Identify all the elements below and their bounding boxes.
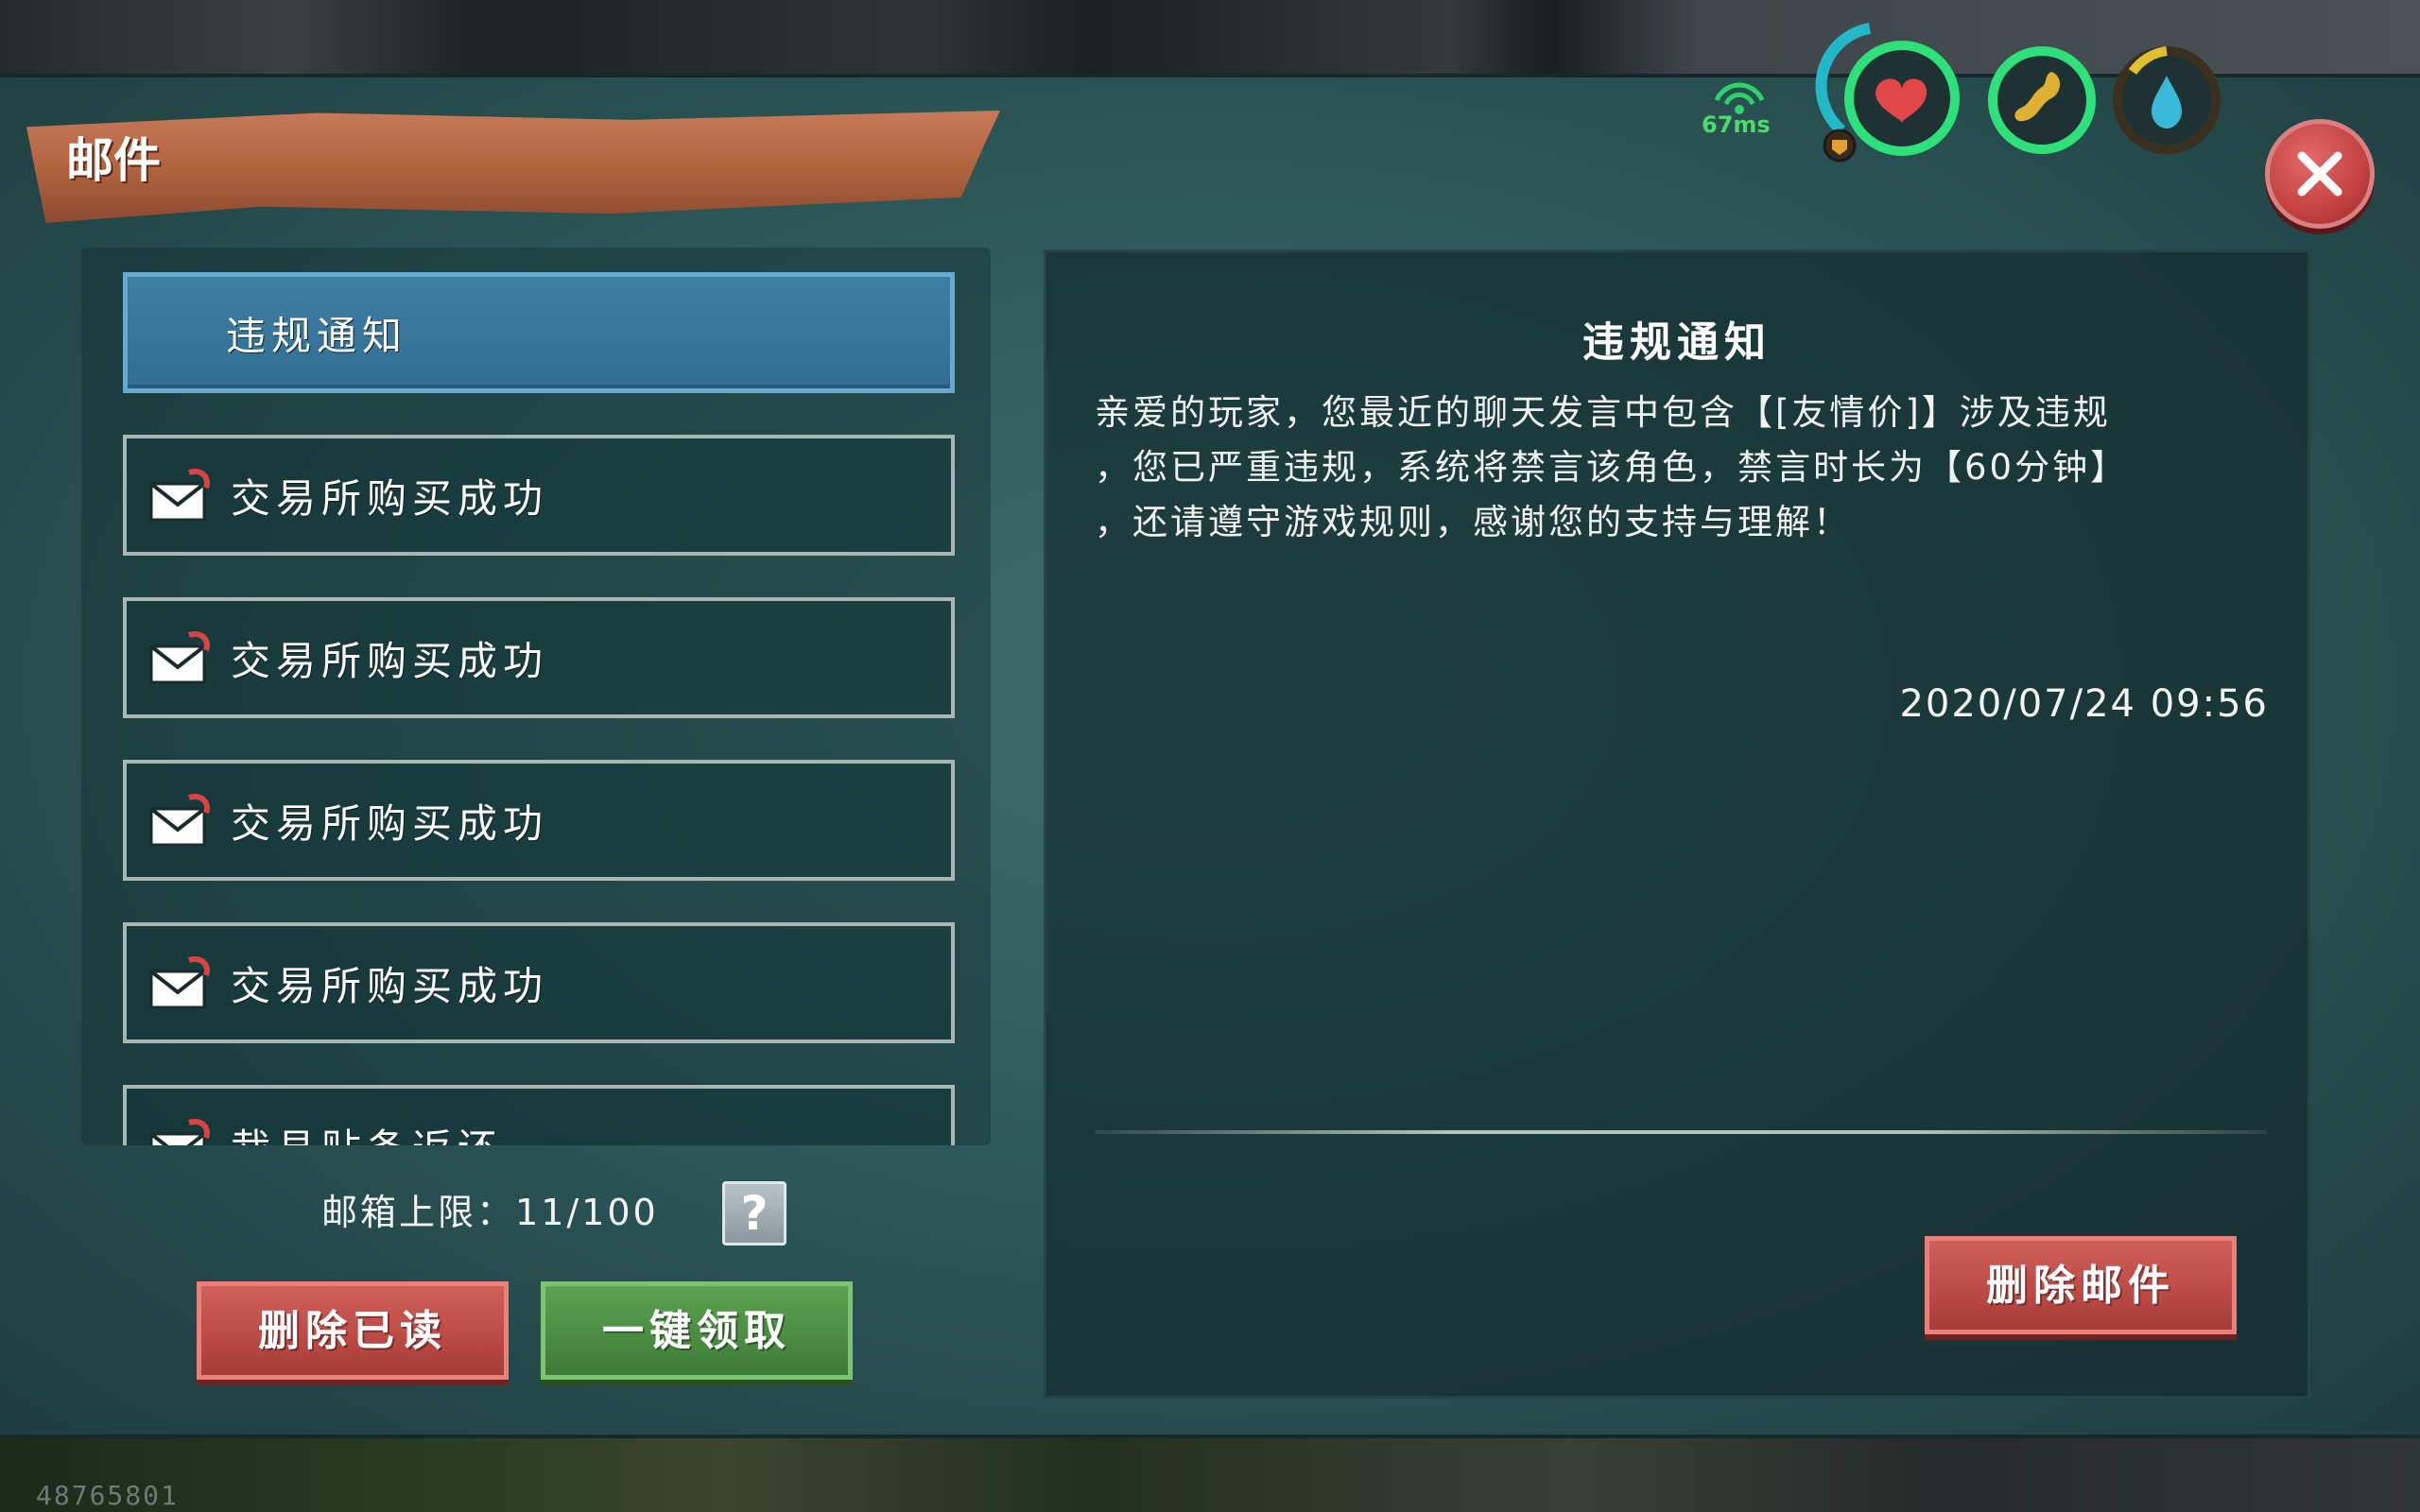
mail-list-item[interactable]: 交易所购买成功 [123, 435, 955, 556]
health-ring-icon [1815, 23, 1960, 163]
ping-label: 67ms [1702, 112, 1771, 138]
detail-divider [1095, 1130, 2267, 1134]
player-uid: 48765801 [36, 1480, 179, 1511]
mail-item-label: 交易所购买成功 [231, 799, 549, 847]
collect-all-button[interactable]: 一键领取 [541, 1281, 853, 1380]
mail-list[interactable]: 违规通知 交易所购买成功 交易所购买成功 交易所购买成功 交易所购买成功 [81, 248, 991, 1145]
mail-envelope-icon [149, 794, 210, 847]
mail-list-item[interactable]: 裁县贴条返还 [123, 1085, 955, 1145]
help-button[interactable]: ? [722, 1181, 786, 1246]
game-world-bottom [0, 1436, 2420, 1512]
capacity-label: 邮箱上限： [321, 1192, 516, 1233]
mail-list-item[interactable]: 交易所购买成功 [123, 760, 955, 881]
mail-item-label: 交易所购买成功 [231, 637, 549, 684]
close-icon [2297, 151, 2342, 197]
water-drop-icon [2113, 46, 2221, 154]
delete-read-button[interactable]: 删除已读 [197, 1281, 509, 1380]
mail-envelope-icon [149, 469, 210, 522]
mailbox-capacity: 邮箱上限：11/100 [321, 1183, 659, 1235]
stomach-icon [1988, 46, 2096, 154]
mail-item-label: 交易所购买成功 [231, 962, 549, 1009]
capacity-value: 11/100 [515, 1192, 659, 1233]
mail-detail-title: 违规通知 [1582, 318, 1772, 367]
mail-item-label: 裁县贴条返还 [231, 1117, 503, 1146]
mail-detail-date: 2020/07/24 09:56 [1899, 682, 2269, 726]
mail-list-item[interactable]: 交易所购买成功 [123, 922, 955, 1043]
delete-mail-button[interactable]: 删除邮件 [1925, 1236, 2237, 1334]
mail-envelope-icon [149, 956, 210, 1009]
mail-detail-body: 亲爱的玩家，您最近的聊天发言中包含【[友情价]】涉及违规 ，您已严重违规，系统将… [1095, 392, 2129, 542]
mail-item-label: 违规通知 [226, 312, 408, 359]
mail-list-item[interactable]: 交易所购买成功 [123, 597, 955, 718]
mail-envelope-icon [149, 631, 210, 684]
page-title: 邮件 [66, 133, 161, 188]
mail-item-label: 交易所购买成功 [231, 474, 549, 522]
mail-envelope-icon [149, 1119, 210, 1145]
close-button[interactable] [2265, 119, 2375, 229]
mail-list-item[interactable]: 违规通知 [123, 272, 955, 393]
